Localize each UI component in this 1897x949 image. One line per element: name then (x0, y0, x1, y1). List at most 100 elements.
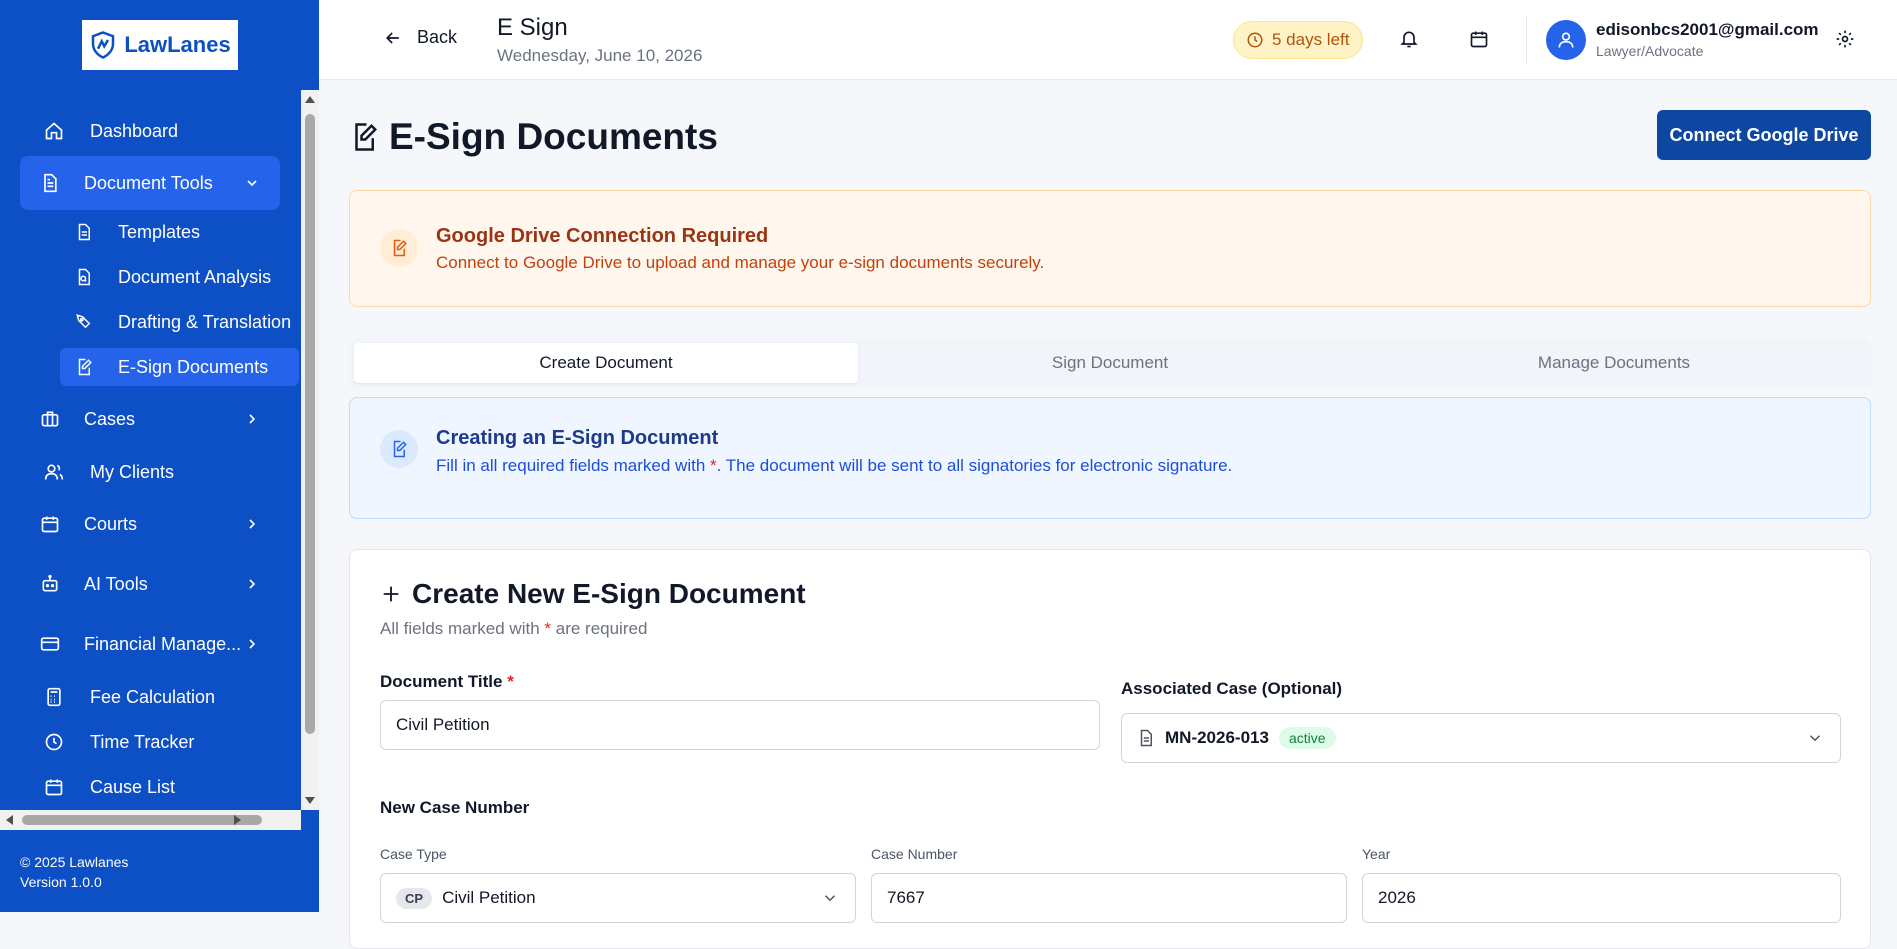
page-header: E Sign Wednesday, June 10, 2026 (497, 14, 702, 66)
copyright-text: © 2025 Lawlanes (20, 854, 129, 870)
drive-connection-alert: Google Drive Connection Required Connect… (349, 190, 1871, 307)
trial-badge[interactable]: 5 days left (1233, 21, 1363, 59)
users-icon (40, 462, 68, 482)
user-icon (1558, 32, 1574, 48)
sidebar-item-label: Courts (84, 513, 138, 534)
calendar-icon (1470, 31, 1488, 48)
sidebar-item-cases[interactable]: Cases (20, 392, 280, 446)
chevron-down-icon (244, 175, 260, 191)
calendar-icon (40, 777, 68, 797)
required-asterisk: * (710, 456, 717, 475)
sidebar-item-my-clients[interactable]: My Clients (20, 445, 280, 499)
sidebar-item-label: Cases (84, 408, 136, 429)
sidebar-subitem-drafting-translation[interactable]: Drafting & Translation (60, 303, 299, 341)
file-signature-icon (380, 430, 418, 468)
chevron-right-icon (244, 636, 260, 652)
credit-card-icon (36, 634, 64, 654)
sidebar-vertical-scrollbar[interactable] (301, 90, 319, 810)
sidebar-horizontal-scrollbar[interactable] (0, 810, 301, 830)
back-button[interactable]: Back (383, 27, 457, 48)
required-asterisk: * (507, 672, 514, 691)
sidebar-item-financial-management[interactable]: Financial Manage... (20, 617, 280, 671)
sidebar-item-label: Financial Manage... (84, 633, 242, 654)
form-subtitle-after: are required (551, 619, 648, 638)
alert-title: Google Drive Connection Required (436, 225, 769, 247)
pen-tool-icon (72, 313, 96, 331)
arrow-left-icon (385, 31, 399, 44)
alert-description: Connect to Google Drive to upload and ma… (436, 253, 1045, 272)
top-bar: Back E Sign Wednesday, June 10, 2026 5 d… (319, 0, 1897, 80)
sidebar-nav: Dashboard Document Tools Templates Docum… (0, 90, 301, 810)
info-desc-after: . The document will be sent to all signa… (716, 456, 1233, 475)
chevron-right-icon (244, 576, 260, 592)
sidebar-subitem-label: Drafting & Translation (118, 311, 292, 332)
notifications-button[interactable] (1399, 29, 1419, 54)
sidebar-item-courts[interactable]: Courts (20, 497, 280, 551)
back-label: Back (417, 27, 458, 47)
bell-icon (1400, 31, 1418, 48)
calendar-button[interactable] (1469, 29, 1489, 54)
tab-sign-document[interactable]: Sign Document (858, 343, 1362, 383)
associated-case-value: MN-2026-013 (1165, 728, 1269, 747)
main-content: E-Sign Documents Connect Google Drive Go… (319, 80, 1897, 949)
form-subtitle: All fields marked with * are required (380, 619, 647, 639)
info-desc-before: Fill in all required fields marked with (436, 456, 710, 475)
document-title-input[interactable]: Civil Petition (380, 700, 1100, 750)
sidebar-footer: © 2025 Lawlanes Version 1.0.0 (20, 852, 128, 892)
page-title: E-Sign Documents (349, 116, 718, 158)
case-type-value: Civil Petition (442, 888, 536, 907)
case-type-label: Case Type (380, 846, 447, 862)
file-text-icon (1140, 729, 1152, 747)
file-signature-icon (380, 229, 418, 267)
case-type-select[interactable]: CP Civil Petition (380, 873, 856, 923)
chevron-down-icon (821, 889, 839, 907)
header-title: E Sign (497, 14, 568, 41)
year-value: 2026 (1378, 888, 1416, 907)
associated-case-label: Associated Case (Optional) (1121, 679, 1343, 698)
scrollbar-thumb[interactable] (22, 815, 262, 825)
sidebar-item-document-tools[interactable]: Document Tools (20, 156, 280, 210)
year-label: Year (1362, 846, 1391, 862)
sidebar-subitem-esign-documents[interactable]: E-Sign Documents (60, 348, 299, 386)
shield-logo-icon (92, 31, 115, 59)
sidebar-subitem-templates[interactable]: Templates (60, 213, 299, 251)
avatar[interactable] (1546, 20, 1586, 60)
user-role: Lawyer/Advocate (1596, 43, 1704, 59)
scroll-down-arrow-icon[interactable] (305, 797, 315, 804)
calendar-icon (36, 514, 64, 534)
scroll-left-arrow-icon[interactable] (6, 815, 13, 825)
sidebar-item-dashboard[interactable]: Dashboard (20, 104, 280, 158)
gear-icon (1836, 30, 1854, 48)
sidebar: LawLanes Dashboard Document Tools Templa… (0, 0, 319, 912)
logo[interactable]: LawLanes (81, 20, 238, 70)
header-date: Wednesday, June 10, 2026 (497, 46, 703, 65)
sidebar-item-ai-tools[interactable]: AI Tools (20, 557, 280, 611)
chevron-down-icon (1806, 729, 1824, 747)
sidebar-subitem-label: E-Sign Documents (118, 356, 269, 377)
sidebar-item-label: Time Tracker (90, 731, 195, 752)
user-info[interactable]: edisonbcs2001@gmail.com Lawyer/Advocate (1596, 20, 1819, 59)
page-title-text: E-Sign Documents (389, 116, 718, 157)
briefcase-icon (36, 409, 64, 429)
tab-list: Create Document Sign Document Manage Doc… (349, 338, 1871, 388)
sidebar-item-label: Fee Calculation (90, 686, 216, 707)
case-number-value: 7667 (887, 888, 925, 907)
connect-google-drive-button[interactable]: Connect Google Drive (1657, 110, 1871, 160)
sidebar-item-cause-list[interactable]: Cause List (20, 760, 280, 810)
file-search-icon (72, 268, 96, 286)
tab-manage-documents[interactable]: Manage Documents (1362, 343, 1866, 383)
scrollbar-thumb[interactable] (305, 114, 315, 734)
tab-create-document[interactable]: Create Document (354, 343, 858, 383)
file-text-icon (72, 223, 96, 241)
home-icon (40, 121, 68, 141)
document-title-value: Civil Petition (396, 715, 490, 734)
form-subtitle-before: All fields marked with (380, 619, 545, 638)
plus-icon (383, 586, 399, 602)
scroll-up-arrow-icon[interactable] (305, 96, 315, 103)
year-input[interactable]: 2026 (1362, 873, 1841, 923)
scroll-right-arrow-icon[interactable] (234, 815, 241, 825)
associated-case-select[interactable]: MN-2026-013 active (1121, 713, 1841, 763)
settings-button[interactable] (1835, 29, 1855, 54)
sidebar-subitem-document-analysis[interactable]: Document Analysis (60, 258, 299, 296)
case-number-input[interactable]: 7667 (871, 873, 1347, 923)
